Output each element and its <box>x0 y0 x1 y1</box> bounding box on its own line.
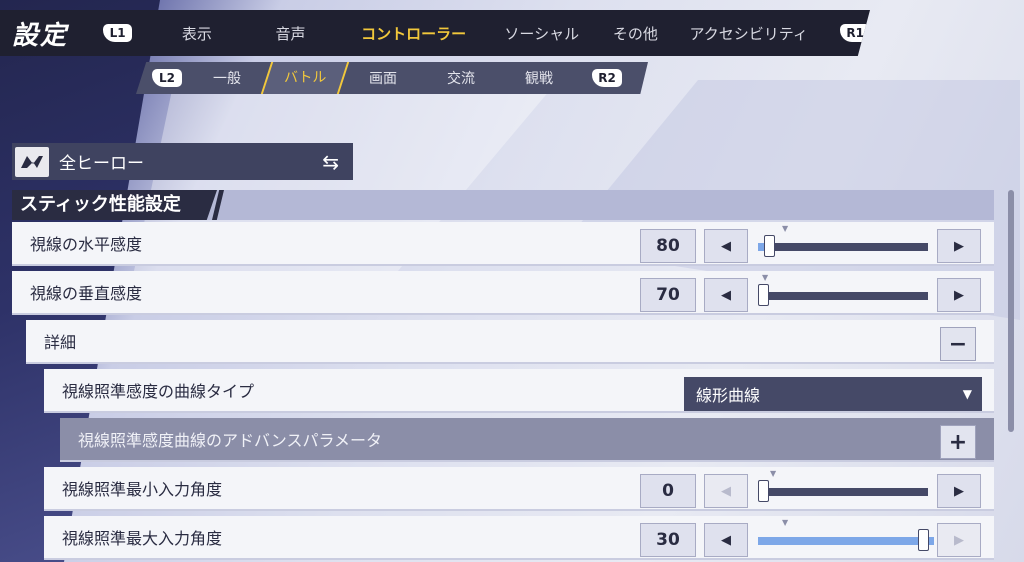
main-tab-bar: 設定 L1 表示 音声 コントローラー ソーシャル その他 アクセシビリティ R… <box>0 10 870 56</box>
value-box: 80 <box>640 229 696 263</box>
slider-track[interactable] <box>758 292 928 300</box>
expand-button[interactable]: + <box>940 425 976 459</box>
default-marker-icon: ▼ <box>782 518 789 527</box>
slider-track[interactable] <box>758 537 934 545</box>
section-title: スティック性能設定 <box>12 190 217 220</box>
tab-other[interactable]: その他 <box>606 23 665 44</box>
slider-fill <box>758 537 934 545</box>
increase-button[interactable]: ▶ <box>937 278 981 312</box>
decrease-button[interactable]: ◀ <box>704 523 748 557</box>
sub-tab-bar: L2 一般 バトル 画面 交流 観戦 R2 <box>136 62 648 94</box>
setting-row-horizontal-sensitivity: 視線の水平感度 80 ◀ ▼ ▶ <box>12 222 994 266</box>
decrease-button[interactable]: ◀ <box>704 474 748 508</box>
tab-social[interactable]: ソーシャル <box>478 23 606 44</box>
curve-type-dropdown[interactable]: 線形曲線 ▼ <box>684 377 982 411</box>
tab-display[interactable]: 表示 <box>162 23 231 44</box>
tab-audio[interactable]: 音声 <box>231 23 349 44</box>
hero-selector[interactable]: 全ヒーロー ⇆ <box>12 143 353 180</box>
hero-selector-label: 全ヒーロー <box>59 154 144 174</box>
subtab-battle-label: バトル <box>283 70 327 86</box>
slider-thumb[interactable] <box>764 235 776 257</box>
value-box: 70 <box>640 278 696 312</box>
setting-row-curve-type: 視線照準感度の曲線タイプ 線形曲線 ▼ <box>44 369 994 413</box>
value-box: 0 <box>640 474 696 508</box>
increase-button[interactable]: ▶ <box>937 523 981 557</box>
l2-bumper-hint[interactable]: L2 <box>152 69 182 87</box>
subtab-screen[interactable]: 画面 <box>344 68 422 88</box>
tab-accessibility[interactable]: アクセシビリティ <box>665 23 833 44</box>
setting-row-details: 詳細 − <box>26 320 994 364</box>
swap-arrows-icon[interactable]: ⇆ <box>322 150 339 174</box>
subtab-general[interactable]: 一般 <box>188 68 266 88</box>
setting-label: 視線照準感度曲線のアドバンスパラメータ <box>78 431 383 450</box>
dropdown-value: 線形曲線 <box>696 386 761 405</box>
setting-row-max-input-angle: 視線照準最大入力角度 30 ◀ ▼ ▶ <box>44 516 994 560</box>
slider-track[interactable] <box>758 243 928 251</box>
subtab-interaction[interactable]: 交流 <box>422 68 500 88</box>
slider-thumb[interactable] <box>758 480 769 502</box>
decrease-button[interactable]: ◀ <box>704 229 748 263</box>
subtab-spectate[interactable]: 観戦 <box>500 68 578 88</box>
decrease-button[interactable]: ◀ <box>704 278 748 312</box>
slider-thumb[interactable] <box>758 284 769 306</box>
r2-bumper-hint[interactable]: R2 <box>592 69 622 87</box>
default-marker-icon: ▼ <box>782 224 789 233</box>
default-marker-icon: ▼ <box>770 469 777 478</box>
value-box: 30 <box>640 523 696 557</box>
chevron-down-icon: ▼ <box>962 387 972 401</box>
hero-logo-icon <box>15 146 49 177</box>
section-header: スティック性能設定 <box>12 190 994 220</box>
default-marker-icon: ▼ <box>762 273 769 282</box>
setting-row-min-input-angle: 視線照準最小入力角度 0 ◀ ▼ ▶ <box>44 467 994 511</box>
setting-row-advanced-params[interactable]: 視線照準感度曲線のアドバンスパラメータ + <box>60 418 994 462</box>
scrollbar[interactable] <box>1008 190 1014 432</box>
slider-thumb[interactable] <box>918 529 929 551</box>
l1-bumper-hint[interactable]: L1 <box>102 24 133 42</box>
slider-track[interactable] <box>758 488 928 496</box>
r1-bumper-hint[interactable]: R1 <box>840 24 870 42</box>
setting-label: 詳細 <box>44 333 77 352</box>
collapse-button[interactable]: − <box>940 327 976 361</box>
subtab-battle[interactable]: バトル <box>260 62 350 94</box>
tab-controller[interactable]: コントローラー <box>350 23 478 44</box>
increase-button[interactable]: ▶ <box>937 474 981 508</box>
increase-button[interactable]: ▶ <box>937 229 981 263</box>
setting-row-vertical-sensitivity: 視線の垂直感度 70 ◀ ▼ ▶ <box>12 271 994 315</box>
page-title: 設定 <box>12 20 69 51</box>
